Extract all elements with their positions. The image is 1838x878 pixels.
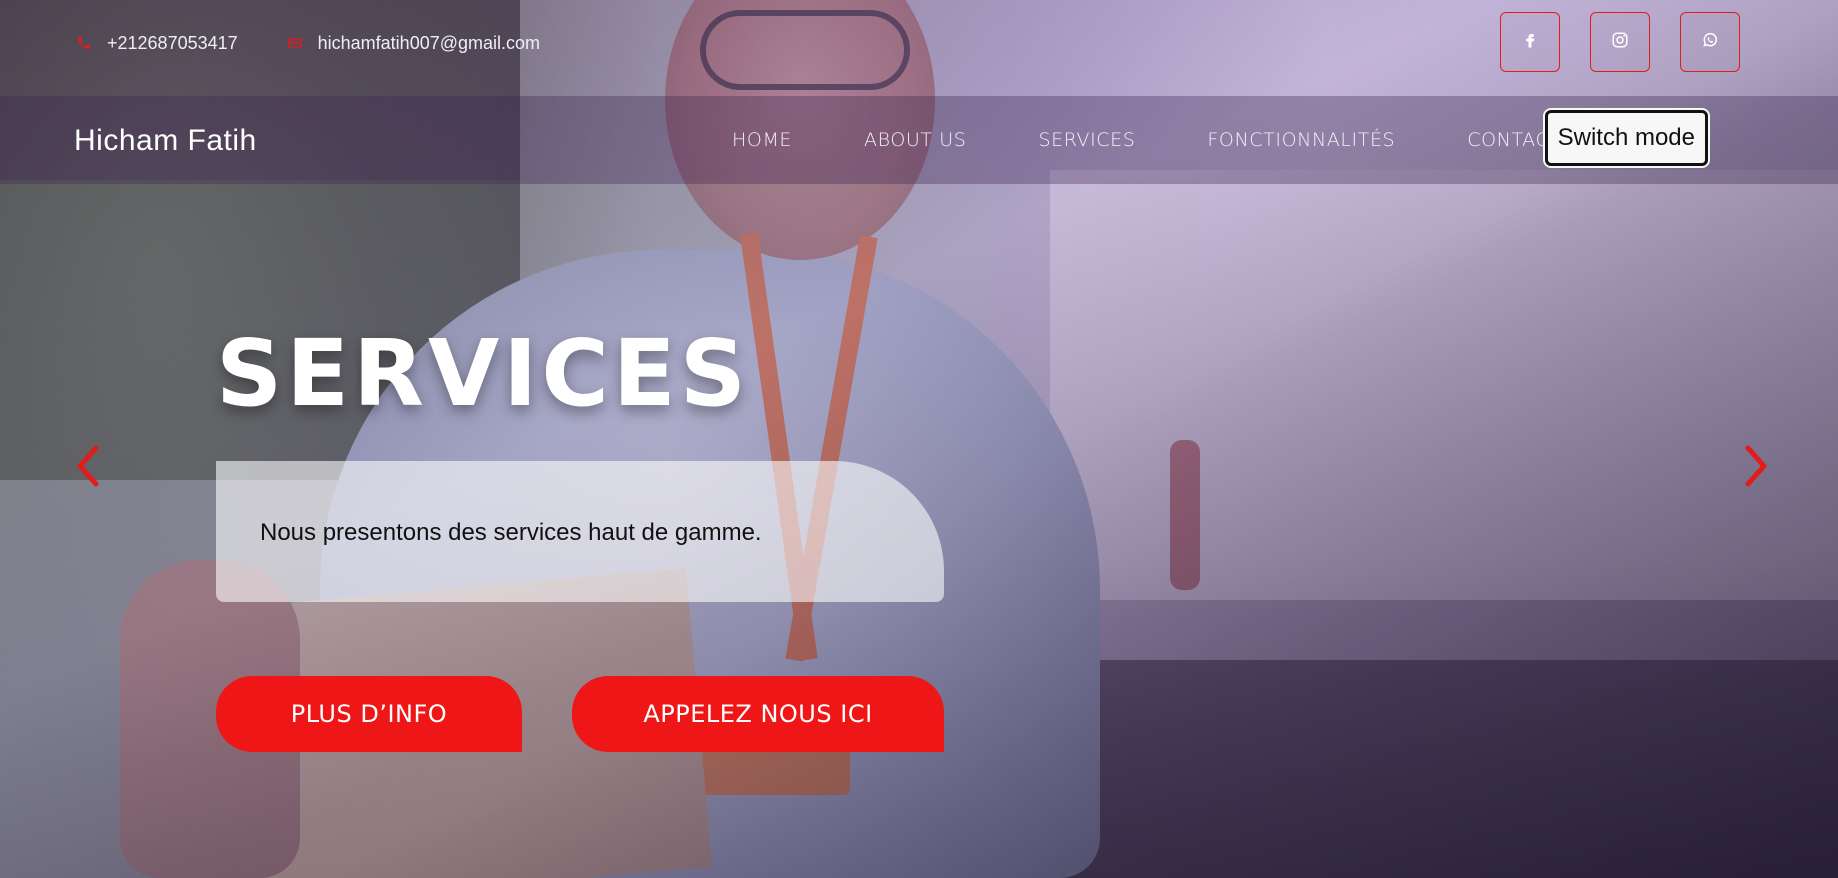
- hero-section: +212687053417 hichamfatih007@gmail.com H…: [0, 0, 1838, 878]
- nav-home[interactable]: HOME: [732, 129, 792, 151]
- navbar: Hicham Fatih HOME ABOUT US SERVICES FONC…: [0, 96, 1838, 184]
- whatsapp-icon: [1701, 31, 1719, 54]
- brand-logo[interactable]: Hicham Fatih: [74, 124, 257, 158]
- facebook-button[interactable]: [1500, 12, 1560, 72]
- carousel-next-button[interactable]: [1736, 444, 1776, 488]
- whatsapp-button[interactable]: [1680, 12, 1740, 72]
- topbar: +212687053417 hichamfatih007@gmail.com: [0, 0, 1838, 86]
- nav-about-us[interactable]: ABOUT US: [864, 129, 966, 151]
- carousel-prev-button[interactable]: [68, 444, 108, 488]
- switch-mode-button[interactable]: Switch mode: [1544, 110, 1708, 166]
- hero-description-card: Nous presentons des services haut de gam…: [216, 461, 944, 602]
- main-nav: HOME ABOUT US SERVICES FONCTIONNALITÉS C…: [732, 96, 1667, 184]
- email-address: hichamfatih007@gmail.com: [317, 32, 541, 53]
- phone-contact[interactable]: +212687053417: [75, 33, 238, 54]
- call-us-button[interactable]: APPELEZ NOUS ICI: [572, 676, 944, 752]
- chevron-right-icon: [1745, 445, 1767, 487]
- chevron-left-icon: [77, 445, 99, 487]
- envelope-icon: [286, 34, 304, 52]
- email-contact[interactable]: hichamfatih007@gmail.com: [286, 33, 540, 54]
- instagram-icon: [1611, 31, 1629, 54]
- hero-description: Nous presentons des services haut de gam…: [260, 519, 762, 546]
- instagram-button[interactable]: [1590, 12, 1650, 72]
- phone-icon: [75, 34, 93, 52]
- facebook-icon: [1521, 31, 1539, 54]
- more-info-button[interactable]: PLUS D’INFO: [216, 676, 522, 752]
- phone-number: +212687053417: [107, 32, 238, 53]
- social-links: [1500, 12, 1740, 72]
- hero-title: SERVICES: [216, 320, 751, 427]
- nav-fonctionnalites[interactable]: FONCTIONNALITÉS: [1207, 129, 1395, 151]
- nav-services[interactable]: SERVICES: [1038, 129, 1135, 151]
